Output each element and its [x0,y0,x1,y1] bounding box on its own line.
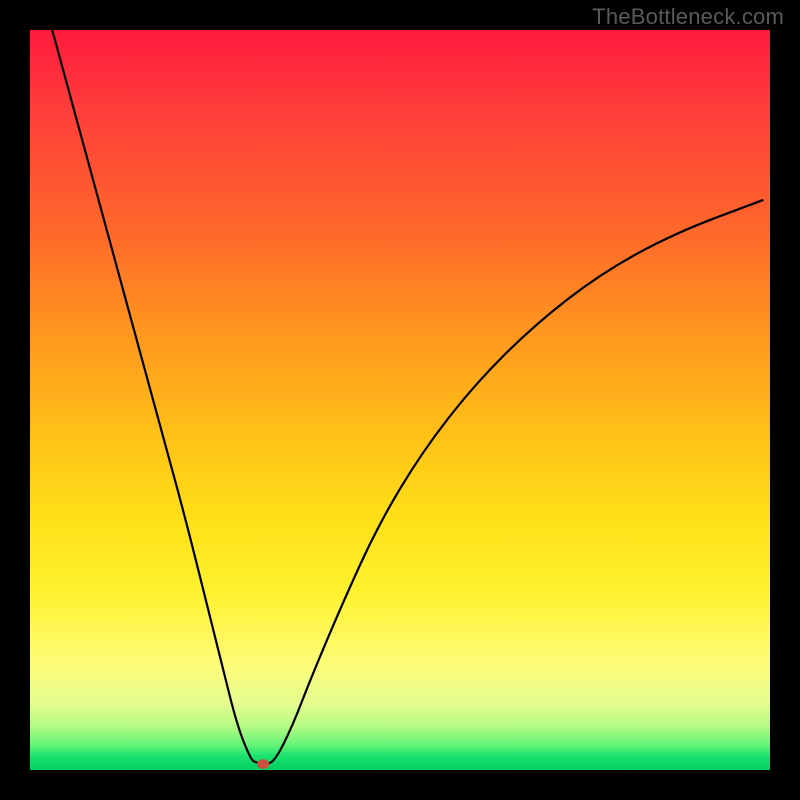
bottleneck-curve [52,30,762,764]
plot-area [30,30,770,770]
watermark-label: TheBottleneck.com [592,4,784,30]
min-point-marker [257,759,269,769]
curve-layer [30,30,770,770]
chart-frame: TheBottleneck.com [0,0,800,800]
